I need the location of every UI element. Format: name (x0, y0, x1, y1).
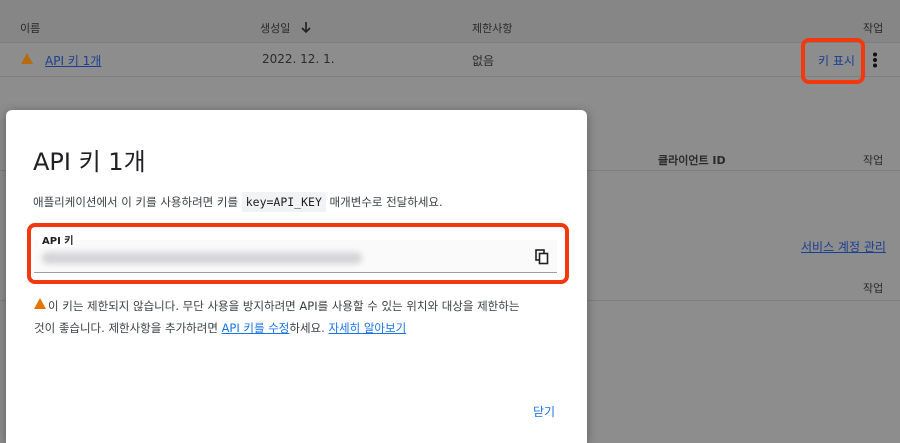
api-key-dialog: API 키 1개 애플리케이션에서 이 키를 사용하려면 키를 key=API_… (6, 110, 587, 443)
warning-icon (34, 298, 46, 309)
table-header-row: 이름 생성일 제한사항 작업 (0, 0, 900, 43)
edit-api-key-link[interactable]: API 키를 수정 (222, 321, 290, 335)
desc-text-before: 애플리케이션에서 이 키를 사용하려면 키를 (33, 195, 242, 209)
show-key-highlight (801, 38, 865, 84)
column-header-created-label: 생성일 (260, 22, 291, 35)
api-key-field-highlight (27, 223, 569, 284)
column-header-restrictions: 제한사항 (472, 22, 513, 35)
api-key-name-link[interactable]: API 키 1개 (45, 52, 101, 69)
manage-service-accounts-link[interactable]: 서비스 계정 관리 (801, 238, 886, 255)
more-vert-icon[interactable] (872, 52, 878, 68)
created-date: 2022. 12. 1. (262, 52, 335, 66)
warning-line-2-text: 것이 좋습니다. 제한사항을 추가하려면 (34, 321, 222, 335)
column-header-name: 이름 (20, 22, 41, 35)
warning-line-2: 것이 좋습니다. 제한사항을 추가하려면 API 키를 수정하세요. 자세히 알… (34, 317, 568, 339)
dialog-title: API 키 1개 (33, 148, 146, 176)
warning-icon (21, 53, 33, 64)
column-header-client-id: 클라이언트 ID (658, 154, 726, 167)
column-header-created[interactable]: 생성일 (260, 20, 312, 36)
column-header-actions-3: 작업 (863, 282, 884, 295)
unrestricted-warning: 이 키는 제한되지 않습니다. 무단 사용을 방지하려면 API를 사용할 수 … (34, 295, 568, 339)
dialog-description: 애플리케이션에서 이 키를 사용하려면 키를 key=API_KEY 매개변수로… (33, 192, 443, 212)
restrictions-value: 없음 (472, 54, 495, 68)
sort-arrow-down-icon (301, 22, 311, 34)
learn-more-link[interactable]: 자세히 알아보기 (328, 321, 406, 335)
warning-line-1: 이 키는 제한되지 않습니다. 무단 사용을 방지하려면 API를 사용할 수 … (48, 299, 520, 313)
key-param-code: key=API_KEY (241, 192, 326, 212)
warning-mid-text: 하세요. (289, 321, 329, 335)
column-header-actions: 작업 (863, 22, 884, 35)
column-header-actions-2: 작업 (863, 154, 884, 167)
table-row: API 키 1개 2022. 12. 1. 없음 키 표시 (0, 42, 900, 77)
desc-text-after: 매개변수로 전달하세요. (325, 195, 443, 209)
close-button[interactable]: 닫기 (533, 403, 555, 420)
